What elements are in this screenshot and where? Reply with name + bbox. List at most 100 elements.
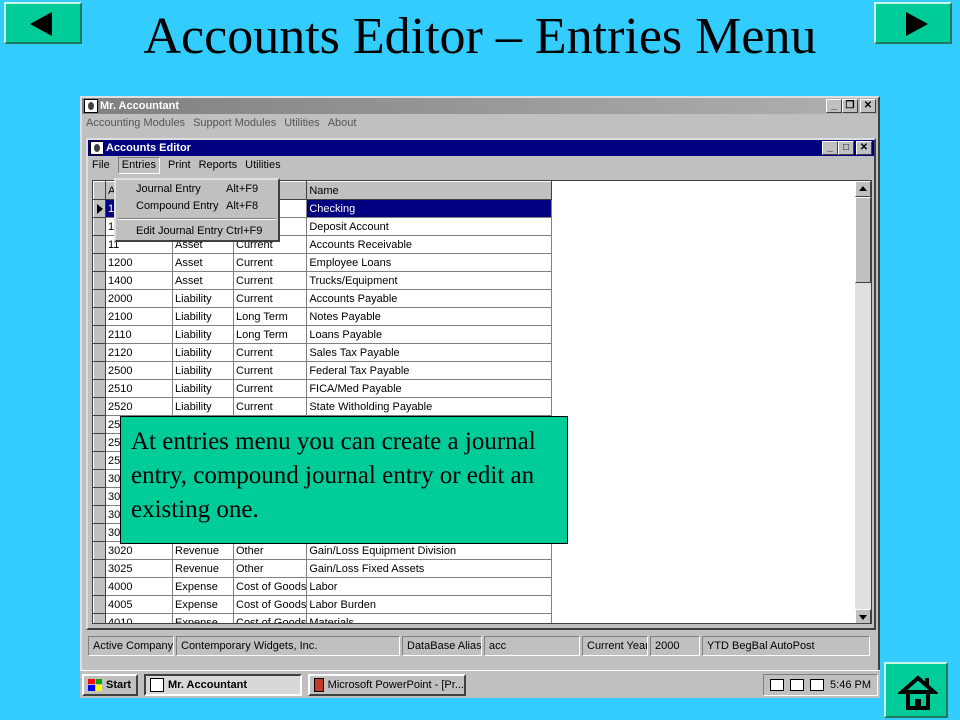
cell-name[interactable]: Accounts Receivable — [306, 235, 553, 254]
row-indicator[interactable] — [93, 343, 106, 362]
cell-class[interactable]: Current — [233, 271, 308, 290]
menu-item-journal-entry[interactable]: Journal Entry Alt+F9 — [116, 181, 278, 198]
menu-accounting-modules[interactable]: Accounting Modules — [86, 114, 185, 132]
row-indicator[interactable] — [93, 253, 106, 272]
row-indicator[interactable] — [93, 379, 106, 398]
cell-account[interactable]: 2510 — [105, 379, 173, 398]
cell-type[interactable]: Revenue — [172, 541, 234, 560]
cell-type[interactable]: Expense — [172, 595, 234, 614]
monitor-icon[interactable] — [810, 678, 825, 691]
row-indicator[interactable] — [93, 559, 106, 578]
table-row[interactable]: 2100 Liability Long Term Notes Payable — [93, 307, 553, 326]
cell-name[interactable]: Materials — [306, 613, 553, 623]
cell-class[interactable]: Other — [233, 541, 308, 560]
cell-type[interactable]: Revenue — [172, 559, 234, 578]
row-indicator[interactable] — [93, 307, 106, 326]
network-icon[interactable] — [770, 678, 785, 691]
menu-editor-utilities[interactable]: Utilities — [245, 156, 280, 174]
scroll-up-button[interactable] — [855, 181, 871, 197]
cell-class[interactable]: Current — [233, 289, 308, 308]
home-button[interactable] — [884, 662, 948, 718]
menu-reports[interactable]: Reports — [199, 156, 238, 174]
cell-class[interactable]: Current — [233, 343, 308, 362]
row-indicator[interactable] — [93, 289, 106, 308]
task-powerpoint[interactable]: Microsoft PowerPoint - [Pr... — [308, 673, 466, 696]
app-titlebar[interactable]: Mr. Accountant _ ❐ ✕ — [82, 98, 878, 114]
menu-about[interactable]: About — [328, 114, 357, 132]
minimize-button[interactable]: _ — [826, 99, 842, 113]
table-row[interactable]: 4010 Expense Cost of Goods Materials — [93, 613, 553, 623]
cell-name[interactable]: Labor — [306, 577, 553, 596]
cell-class[interactable]: Current — [233, 379, 308, 398]
cell-class[interactable]: Cost of Goods — [233, 613, 308, 623]
previous-slide-button[interactable] — [4, 2, 82, 44]
cell-name[interactable]: Loans Payable — [306, 325, 553, 344]
cell-class[interactable]: Long Term — [233, 325, 308, 344]
close-button[interactable]: ✕ — [860, 99, 876, 113]
cell-account[interactable]: 2120 — [105, 343, 173, 362]
cell-account[interactable]: 4005 — [105, 595, 173, 614]
menu-entries[interactable]: Entries — [117, 157, 160, 174]
cell-name[interactable]: Checking — [306, 199, 553, 218]
menu-print[interactable]: Print — [168, 156, 191, 174]
cell-name[interactable]: Federal Tax Payable — [306, 361, 553, 380]
table-row[interactable]: 2500 Liability Current Federal Tax Payable — [93, 361, 553, 380]
vertical-scrollbar[interactable] — [855, 181, 871, 623]
cell-type[interactable]: Liability — [172, 397, 234, 416]
cell-name[interactable]: Deposit Account — [306, 217, 553, 236]
cell-class[interactable]: Other — [233, 559, 308, 578]
row-indicator[interactable] — [93, 217, 106, 236]
row-indicator[interactable] — [93, 487, 106, 506]
cell-name[interactable]: Gain/Loss Equipment Division — [306, 541, 553, 560]
menu-item-compound-entry[interactable]: Compound Entry Alt+F8 — [116, 198, 278, 215]
table-row[interactable]: 1400 Asset Current Trucks/Equipment — [93, 271, 553, 290]
table-row[interactable]: 3025 Revenue Other Gain/Loss Fixed Assets — [93, 559, 553, 578]
cell-type[interactable]: Liability — [172, 361, 234, 380]
task-mr-accountant[interactable]: Mr. Accountant — [144, 673, 302, 696]
table-row[interactable]: 2520 Liability Current State Witholding Pay… — [93, 397, 553, 416]
table-row[interactable]: 4005 Expense Cost of Goods Labor Burden — [93, 595, 553, 614]
table-row[interactable]: 1200 Asset Current Employee Loans — [93, 253, 553, 272]
cell-name[interactable]: Accounts Payable — [306, 289, 553, 308]
row-indicator[interactable] — [93, 271, 106, 290]
menu-item-edit-journal-entry[interactable]: Edit Journal Entry Ctrl+F9 — [116, 223, 278, 240]
cell-type[interactable]: Expense — [172, 613, 234, 623]
row-indicator[interactable] — [93, 199, 106, 218]
row-indicator[interactable] — [93, 523, 106, 542]
cell-name[interactable]: Trucks/Equipment — [306, 271, 553, 290]
row-indicator[interactable] — [93, 325, 106, 344]
row-indicator[interactable] — [93, 361, 106, 380]
cell-name[interactable]: State Witholding Payable — [306, 397, 553, 416]
cell-account[interactable]: 2110 — [105, 325, 173, 344]
cell-type[interactable]: Liability — [172, 307, 234, 326]
cell-account[interactable]: 1200 — [105, 253, 173, 272]
menu-file[interactable]: File — [92, 156, 110, 174]
cell-name[interactable]: FICA/Med Payable — [306, 379, 553, 398]
row-indicator[interactable] — [93, 469, 106, 488]
row-indicator[interactable] — [93, 235, 106, 254]
next-slide-button[interactable] — [874, 2, 952, 44]
row-indicator[interactable] — [93, 397, 106, 416]
cell-account[interactable]: 1400 — [105, 271, 173, 290]
column-header-name[interactable]: Name — [306, 181, 553, 200]
table-row[interactable]: 2000 Liability Current Accounts Payable — [93, 289, 553, 308]
table-row[interactable]: 2510 Liability Current FICA/Med Payable — [93, 379, 553, 398]
row-indicator[interactable] — [93, 541, 106, 560]
cell-account[interactable]: 3025 — [105, 559, 173, 578]
cell-type[interactable]: Expense — [172, 577, 234, 596]
cell-name[interactable]: Notes Payable — [306, 307, 553, 326]
start-button[interactable]: Start — [82, 673, 138, 696]
row-indicator[interactable] — [93, 505, 106, 524]
scroll-down-button[interactable] — [855, 609, 871, 623]
cell-type[interactable]: Asset — [172, 271, 234, 290]
table-row[interactable]: 2110 Liability Long Term Loans Payable — [93, 325, 553, 344]
editor-maximize-button[interactable]: □ — [838, 141, 854, 155]
cell-type[interactable]: Liability — [172, 325, 234, 344]
cell-type[interactable]: Asset — [172, 253, 234, 272]
editor-minimize-button[interactable]: _ — [822, 141, 838, 155]
cell-name[interactable]: Sales Tax Payable — [306, 343, 553, 362]
row-indicator[interactable] — [93, 613, 106, 623]
speaker-icon[interactable] — [790, 678, 805, 691]
cell-type[interactable]: Liability — [172, 343, 234, 362]
cell-account[interactable]: 2100 — [105, 307, 173, 326]
